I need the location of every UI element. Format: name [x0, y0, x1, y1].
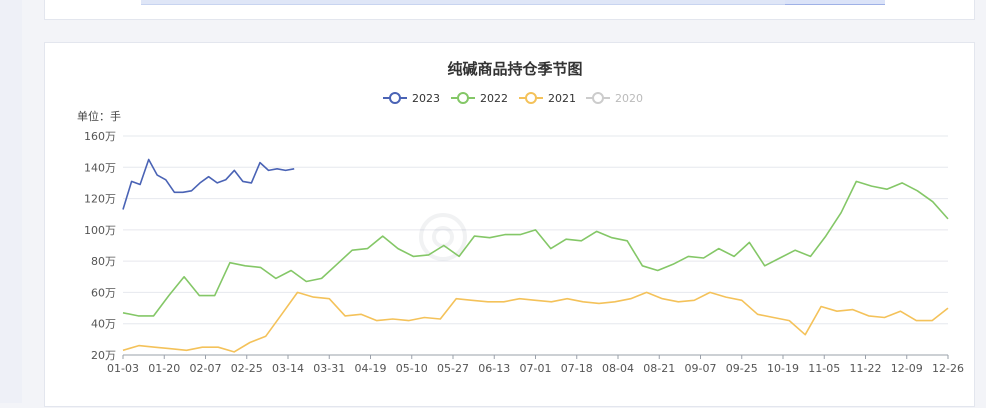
seasonal-line-chart: 纯碱商品持仓季节图 2023 2022 2021 2020 单位：手 20万 40万 60… [77, 60, 964, 375]
legend-label: 2022 [480, 92, 508, 105]
y-tick-label: 20万 [91, 349, 116, 362]
top-scroll-track [141, 0, 881, 5]
series-line-2022 [122, 180, 949, 317]
x-tick-label: 04-19 [355, 362, 387, 375]
grid-lines [123, 135, 948, 356]
x-tick-label: 05-10 [396, 362, 428, 375]
top-scroll-thumb[interactable] [785, 0, 885, 5]
y-axis-ticks: 20万 40万 60万 80万 100万 120万 140万 160万 [84, 130, 116, 362]
legend-item-2021[interactable]: 2021 [519, 92, 576, 105]
x-axis-ticks: 01-03 01-20 02-07 02-25 03-14 03-31 04-19 05-10… [107, 355, 964, 375]
legend-label: 2020 [615, 92, 643, 105]
legend-label: 2021 [548, 92, 576, 105]
legend-item-2023[interactable]: 2023 [383, 92, 440, 105]
x-tick-label: 02-07 [190, 362, 222, 375]
x-tick-label: 08-04 [602, 362, 634, 375]
x-tick-label: 09-07 [685, 362, 717, 375]
legend-marker [389, 92, 401, 104]
chart-title: 纯碱商品持仓季节图 [447, 60, 582, 78]
y-tick-label: 40万 [91, 318, 116, 331]
y-tick-label: 60万 [91, 286, 116, 299]
x-tick-label: 08-21 [643, 362, 675, 375]
x-tick-label: 11-05 [808, 362, 840, 375]
series-lines [122, 158, 949, 353]
x-tick-label: 06-13 [478, 362, 510, 375]
y-tick-label: 140万 [84, 161, 116, 174]
y-tick-label: 80万 [91, 255, 116, 268]
x-tick-label: 07-18 [561, 362, 593, 375]
watermark-logo [419, 213, 467, 261]
x-tick-label: 12-09 [891, 362, 923, 375]
series-line-2021 [122, 291, 949, 353]
x-tick-label: 01-20 [148, 362, 180, 375]
chart-card: 纯碱商品持仓季节图 2023 2022 2021 2020 单位：手 20万 40万 60… [44, 42, 975, 407]
x-tick-label: 05-27 [437, 362, 469, 375]
x-tick-label: 01-03 [107, 362, 139, 375]
y-tick-label: 120万 [84, 193, 116, 206]
legend-marker [525, 92, 537, 104]
y-axis-unit-label: 单位：手 [77, 109, 121, 123]
x-tick-label: 02-25 [231, 362, 263, 375]
legend-item-2022[interactable]: 2022 [451, 92, 508, 105]
legend: 2023 2022 2021 2020 [383, 92, 643, 105]
y-tick-label: 100万 [84, 224, 116, 237]
left-rail [0, 0, 22, 403]
x-tick-label: 09-25 [726, 362, 758, 375]
top-card [44, 0, 975, 20]
x-tick-label: 07-01 [520, 362, 552, 375]
x-tick-label: 11-22 [850, 362, 882, 375]
x-tick-label: 03-31 [313, 362, 345, 375]
x-tick-label: 12-26 [932, 362, 964, 375]
x-tick-label: 03-14 [272, 362, 304, 375]
y-tick-label: 160万 [84, 130, 116, 143]
legend-item-2020[interactable]: 2020 [586, 92, 643, 105]
x-tick-label: 10-19 [767, 362, 799, 375]
legend-marker [592, 92, 604, 104]
legend-label: 2023 [412, 92, 440, 105]
legend-marker [457, 92, 469, 104]
